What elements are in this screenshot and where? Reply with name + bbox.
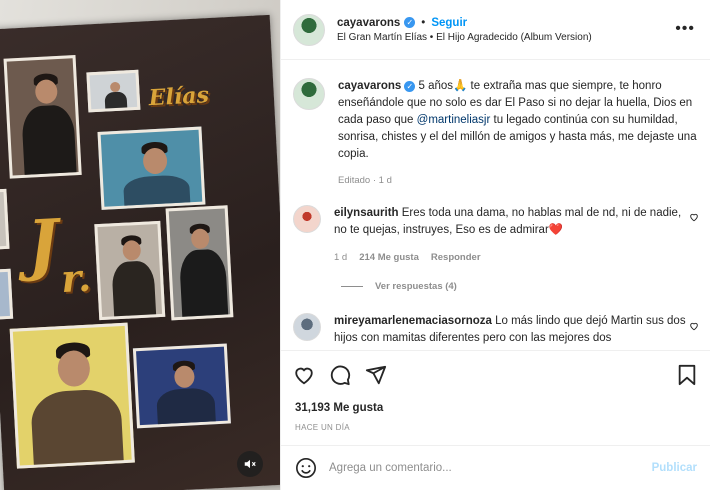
decorative-lettering: J (25, 204, 61, 284)
replies-divider-line (341, 286, 363, 287)
caption-username[interactable]: cayavarons (338, 80, 401, 92)
emoji-icon[interactable] (295, 457, 317, 479)
share-send-icon[interactable] (365, 364, 387, 386)
decorative-lettering: r. (59, 254, 93, 302)
comment-bubble-icon[interactable] (329, 364, 351, 386)
photo-tile (165, 205, 234, 321)
more-options-icon[interactable]: ••• (675, 20, 695, 38)
post-caption: cayavarons ✓ 5 años🙏 te extraña mas que s… (293, 78, 698, 189)
comment-username[interactable]: mireyamarlenemaciasornoza (334, 315, 492, 327)
caption-meta: Editado · 1 d (338, 175, 392, 186)
photo-tile (132, 343, 231, 429)
mute-audio-button[interactable] (237, 451, 263, 477)
comment-likes[interactable]: 214 Me gusta (359, 249, 419, 266)
post-media[interactable]: Elías J r. (0, 0, 280, 490)
comment-username[interactable]: eilynsaurith (334, 207, 399, 219)
collage-board: Elías J r. (0, 14, 280, 490)
author-username[interactable]: cayavarons (337, 17, 400, 29)
author-avatar[interactable] (293, 13, 325, 46)
photo-tile (3, 55, 82, 179)
like-heart-icon[interactable] (293, 364, 315, 386)
publish-button[interactable]: Publicar (652, 462, 697, 474)
caption-author-avatar[interactable] (293, 78, 325, 110)
comment-time: 1 d (334, 252, 348, 263)
caption-mention-link[interactable]: @martineliasjr (417, 114, 491, 126)
comment-item: eilynsaurith Eres toda una dama, no habl… (293, 205, 689, 266)
photo-tile (86, 69, 141, 113)
commenter-avatar[interactable] (293, 205, 321, 233)
post-details-panel: cayavarons ✓ • Seguir El Gran Martín Elí… (280, 0, 710, 490)
action-icons (293, 364, 387, 386)
header-text: cayavarons ✓ • Seguir El Gran Martín Elí… (337, 17, 592, 43)
verified-badge-icon: ✓ (404, 17, 416, 28)
save-bookmark-button[interactable] (677, 364, 697, 386)
speaker-muted-icon (244, 459, 256, 469)
photo-tile (0, 188, 10, 250)
comment-composer: Publicar (281, 445, 710, 490)
reply-button[interactable]: Responder (431, 249, 481, 266)
commenter-avatar[interactable] (293, 313, 321, 341)
likes-count[interactable]: 31,193 Me gusta (295, 402, 383, 414)
photo-tile (9, 322, 135, 469)
comment-input[interactable] (329, 462, 629, 474)
comments-section: cayavarons ✓ 5 años🙏 te extraña mas que s… (281, 60, 710, 350)
photo-tile (94, 220, 166, 321)
instagram-post-viewer: Elías J r. cayavarons ✓ • Seguir El Gran… (0, 0, 710, 490)
verified-badge-icon: ✓ (404, 81, 416, 92)
view-replies-label: Ver respuestas (4) (375, 281, 457, 292)
post-action-bar: 31,193 Me gusta HACE UN DÍA (281, 350, 710, 445)
post-timestamp: HACE UN DÍA (295, 423, 350, 432)
photo-tile (0, 268, 14, 320)
comment-like-heart-icon[interactable] (689, 212, 699, 222)
comment-like-heart-icon[interactable] (689, 321, 699, 331)
comment-item: mireyamarlenemaciasornoza Lo más lindo q… (293, 313, 689, 347)
view-replies-button[interactable]: Ver respuestas (4) (341, 281, 457, 292)
bookmark-icon (678, 364, 696, 386)
audio-track-label[interactable]: El Gran Martín Elías • El Hijo Agradecid… (337, 32, 592, 43)
post-header: cayavarons ✓ • Seguir El Gran Martín Elí… (281, 0, 710, 60)
decorative-lettering: Elías (148, 82, 210, 112)
photo-tile (97, 126, 206, 210)
separator-dot: • (421, 16, 426, 29)
follow-button[interactable]: Seguir (431, 17, 467, 29)
comment-actions: 1 d 214 Me gusta Responder (334, 249, 689, 266)
